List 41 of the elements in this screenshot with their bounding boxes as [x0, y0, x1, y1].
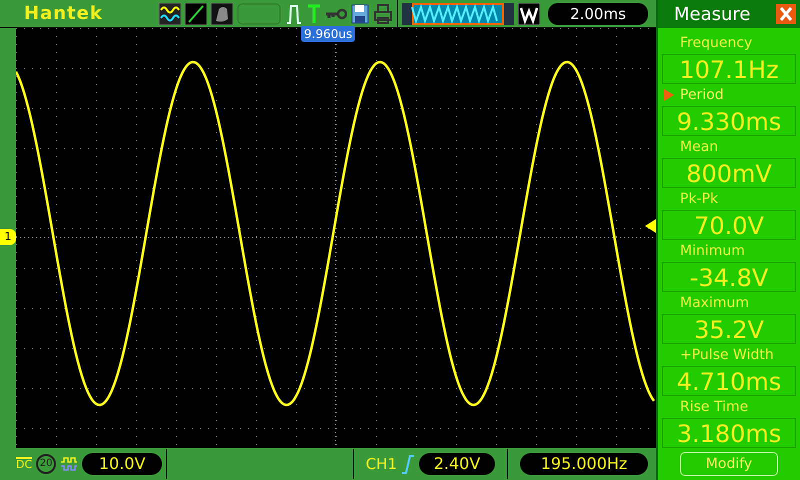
- channel-marker: 1: [0, 229, 16, 245]
- panel-title: Measure: [674, 2, 752, 26]
- measurement-value: 3.180ms: [662, 418, 796, 448]
- measurement-label[interactable]: Rise Time: [658, 396, 800, 418]
- measurement-value: -34.8V: [662, 262, 796, 292]
- invert-icon: [60, 456, 78, 472]
- frequency-readout: 195.000Hz: [520, 453, 648, 475]
- trigger-level-arrow: [645, 219, 656, 233]
- modify-button[interactable]: Modify: [680, 452, 778, 476]
- waveform-icon[interactable]: [159, 2, 181, 24]
- persistence-icon[interactable]: [211, 2, 233, 24]
- measurement-label[interactable]: Period: [658, 84, 800, 106]
- window-icon[interactable]: [518, 2, 540, 24]
- measurement-label[interactable]: Mean: [658, 136, 800, 158]
- volts-readout: 10.0V: [82, 453, 162, 475]
- selection-arrow-icon: [664, 89, 674, 101]
- measurement-value: 35.2V: [662, 314, 796, 344]
- measurement-value: 4.710ms: [662, 366, 796, 396]
- measurement-value: 70.0V: [662, 210, 796, 240]
- line-icon[interactable]: [185, 2, 207, 24]
- measurement-label[interactable]: Pk-Pk: [658, 188, 800, 210]
- measurement-label[interactable]: Minimum: [658, 240, 800, 262]
- coupling-label: DC: [16, 457, 32, 471]
- timebase-readout: 2.00ms: [548, 2, 648, 24]
- trigger-position-tag: 9.960us: [301, 26, 356, 42]
- measurement-label[interactable]: +Pulse Width: [658, 344, 800, 366]
- blank-slot: [237, 2, 281, 24]
- rising-edge-icon: [401, 453, 415, 475]
- measurement-label[interactable]: Maximum: [658, 292, 800, 314]
- measurement-value: 107.1Hz: [662, 54, 796, 84]
- close-button[interactable]: [776, 4, 796, 24]
- trigger-channel: CH1: [366, 454, 397, 475]
- brand-logo: Hantek: [24, 2, 103, 26]
- measurement-label[interactable]: Frequency: [658, 32, 800, 54]
- save-icon[interactable]: [351, 2, 369, 24]
- bandwidth-limit-badge: 20: [36, 454, 56, 474]
- measurement-value: 9.330ms: [662, 106, 796, 136]
- printer-icon[interactable]: [373, 2, 393, 24]
- trigger-level-readout: 2.40V: [419, 453, 495, 475]
- pulse-icon[interactable]: [285, 2, 303, 24]
- measurement-value: 800mV: [662, 158, 796, 188]
